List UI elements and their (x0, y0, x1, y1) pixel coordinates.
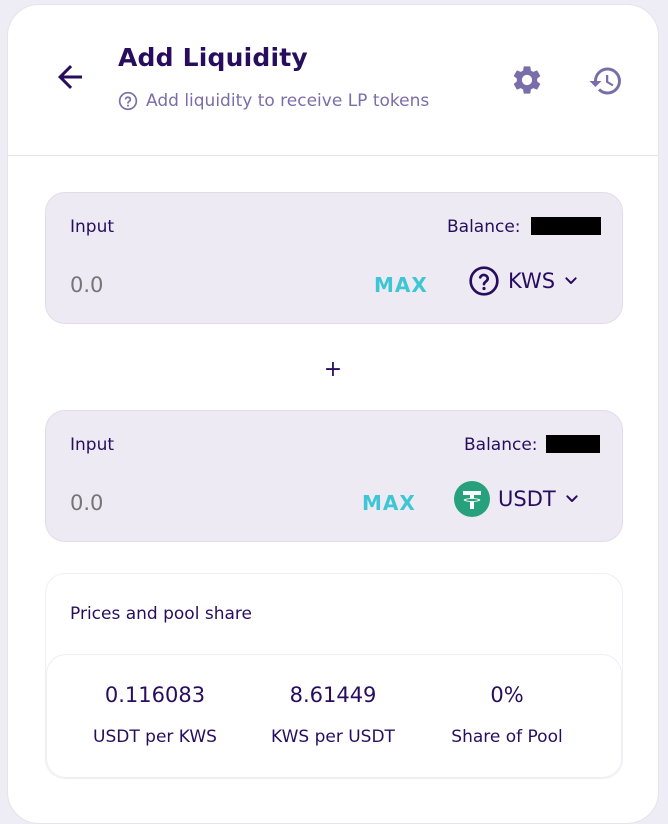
amount-input-b[interactable] (70, 491, 270, 515)
chevron-down-icon (565, 277, 577, 284)
subtitle-text: Add liquidity to receive LP tokens (146, 91, 430, 111)
gear-icon (513, 66, 541, 94)
input-label: Input (70, 435, 115, 455)
back-button[interactable] (52, 59, 88, 95)
stat-value: 0.116083 (104, 683, 206, 707)
token-select-a[interactable]: KWS (468, 261, 579, 301)
tether-logo-icon (454, 481, 490, 517)
stat-label: USDT per KWS (93, 727, 217, 747)
page-subtitle: Add liquidity to receive LP tokens (118, 91, 429, 111)
settings-button[interactable] (510, 63, 544, 97)
prices-and-pool-share: Prices and pool share 0.116083 USDT per … (45, 573, 623, 779)
arrow-left-icon (58, 65, 82, 89)
balance-value-redacted (546, 435, 600, 453)
max-button-b[interactable]: MAX (362, 491, 416, 515)
stat-value: 8.61449 (289, 683, 377, 707)
input-label: Input (70, 217, 115, 237)
amount-input-a[interactable] (70, 273, 270, 297)
history-icon (589, 67, 621, 95)
prices-title: Prices and pool share (70, 604, 252, 624)
stat-label: KWS per USDT (271, 727, 395, 747)
max-button-a[interactable]: MAX (374, 273, 428, 297)
currency-input-a: Input Balance: MAX KWS (45, 192, 623, 324)
token-symbol: KWS (508, 269, 556, 293)
stat-label: Share of Pool (451, 727, 563, 747)
token-symbol: USDT (498, 487, 556, 511)
token-select-b[interactable]: USDT (454, 479, 580, 519)
balance-value-redacted (531, 217, 601, 235)
question-circle-icon (469, 266, 499, 296)
chevron-down-icon (566, 495, 578, 502)
question-circle-icon[interactable] (118, 91, 138, 111)
add-liquidity-card: Add Liquidity Add liquidity to receive L… (7, 4, 659, 824)
card-header: Add Liquidity Add liquidity to receive L… (8, 5, 658, 156)
stat-value: 0% (490, 683, 524, 707)
currency-input-b: Input Balance: MAX USDT (45, 410, 623, 542)
plus-separator: + (323, 357, 343, 382)
balance-label: Balance: (464, 435, 538, 455)
prices-stats: 0.116083 USDT per KWS 8.61449 KWS per US… (46, 654, 622, 778)
page-title: Add Liquidity (118, 43, 308, 72)
history-button[interactable] (588, 63, 624, 99)
balance-label: Balance: (447, 217, 521, 237)
